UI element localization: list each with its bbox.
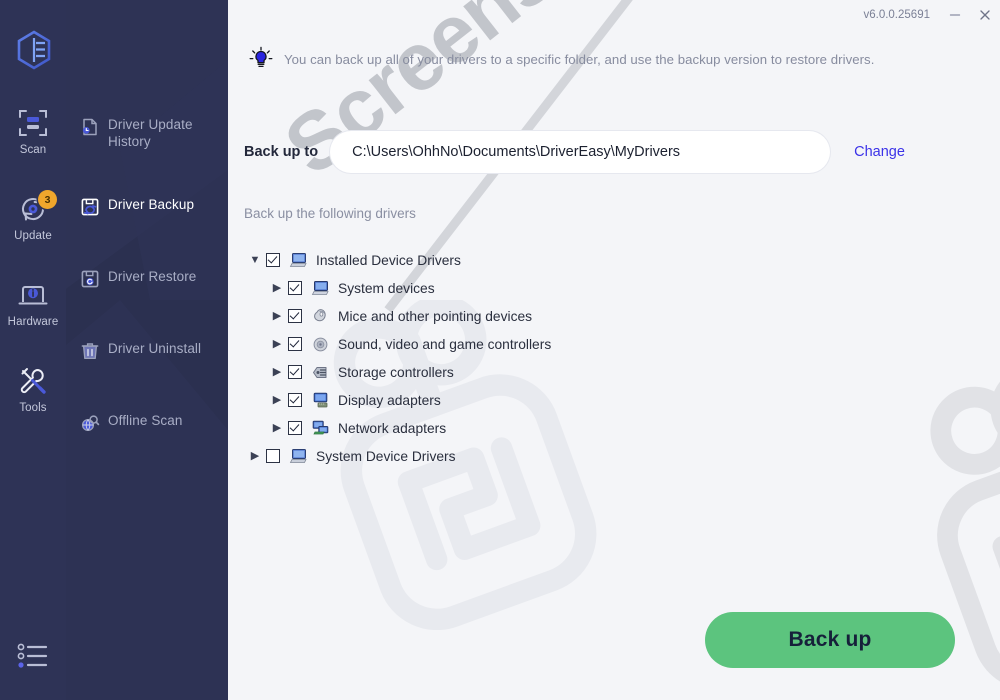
close-icon [980,10,990,20]
tree-row[interactable]: ▶ System Device Drivers [244,442,990,470]
sidebar-item-label: Offline Scan [108,413,183,428]
tree-checkbox[interactable] [288,309,302,323]
sidebar-item-driver-backup[interactable]: Driver Backup [80,196,228,217]
rail-item-label: Hardware [7,316,59,328]
tree-subheading: Back up the following drivers [244,206,416,221]
sidebar-item-label: Driver Backup [108,197,195,212]
title-bar: v6.0.0.25691 [228,0,1000,30]
tree-checkbox[interactable] [288,365,302,379]
backup-path-row: Back up to Change [228,124,1000,180]
minimize-button[interactable] [940,1,970,29]
mouse-icon [314,308,326,321]
tip-text: You can back up all of your drivers to a… [284,51,875,67]
tree-row[interactable]: ▶ System devices [244,274,990,302]
rail-item-label: Scan [19,144,47,156]
network-icon [312,420,329,434]
chevron-right-icon[interactable]: ▶ [266,310,288,322]
lightbulb-icon [249,46,273,68]
chevron-right-icon[interactable]: ▶ [266,282,288,294]
minimize-icon [949,14,961,16]
tree-row[interactable]: ▶ Sound, video and game controllers [244,330,990,358]
tree-checkbox[interactable] [266,449,280,463]
rail-item-hardware[interactable]: Hardware [0,276,66,362]
tree-label: Network adapters [338,420,447,436]
tree-checkbox[interactable] [288,393,302,407]
tip-bar: You can back up all of your drivers to a… [228,30,1000,88]
tree-row[interactable]: ▶ Display adapters [244,386,990,414]
sidebar: Scan 3 Update Hardware Tools Driver Upda… [0,0,228,700]
close-button[interactable] [970,1,1000,29]
sidebar-item-driver-update-history[interactable]: Driver Update History [80,116,228,150]
tree-row[interactable]: ▼ Installed Device Drivers [244,246,990,274]
tree-label: Display adapters [338,392,441,408]
rail-item-scan[interactable]: Scan [0,104,66,190]
sound-icon [313,337,328,351]
update-count-badge: 3 [38,190,57,209]
tree-checkbox[interactable] [288,337,302,351]
display-icon [313,392,328,407]
system-device-icon [311,280,329,295]
driver-backup-icon [81,198,99,216]
computer-icon [289,448,307,463]
chevron-right-icon[interactable]: ▶ [266,422,288,434]
tree-checkbox[interactable] [266,253,280,267]
chevron-down-icon[interactable]: ▼ [244,254,266,266]
sidebar-item-driver-uninstall[interactable]: Driver Uninstall [80,340,228,361]
tree-row[interactable]: ▶ Mice and other pointing devices [244,302,990,330]
scan-icon [19,110,47,136]
computer-icon [289,252,307,267]
tree-checkbox[interactable] [288,281,302,295]
tree-label: System devices [338,280,435,296]
tree-label: Installed Device Drivers [316,252,461,268]
version-label: v6.0.0.25691 [863,9,930,21]
tools-icon [20,368,46,394]
driver-update-history-icon [82,118,97,136]
chevron-right-icon[interactable]: ▶ [266,366,288,378]
chevron-right-icon[interactable]: ▶ [266,338,288,350]
list-menu-icon[interactable] [17,640,49,672]
sidebar-item-label: Driver Uninstall [108,341,202,356]
rail-item-update[interactable]: 3 Update [0,190,66,276]
tree-label: Mice and other pointing devices [338,308,533,324]
rail-item-label: Update [14,230,52,242]
chevron-right-icon[interactable]: ▶ [266,394,288,406]
main-content: v6.0.0.25691 You can back up all of your… [228,0,1000,700]
backup-path-input[interactable] [330,131,831,173]
driver-easy-logo [17,30,51,70]
change-folder-button[interactable]: Change [848,140,911,164]
storage-icon [313,366,327,378]
chevron-right-icon[interactable]: ▶ [244,450,266,462]
offline-scan-icon [81,415,100,432]
driver-uninstall-icon [81,343,99,360]
sidebar-item-offline-scan[interactable]: Offline Scan [80,412,228,433]
sidebar-menu: Driver Update History Driver Backup Driv… [66,0,228,700]
rail-item-list: Scan 3 Update Hardware Tools [0,104,66,448]
sidebar-item-label: Driver Update History [108,117,193,149]
driver-tree: ▼ Installed Device Drivers ▶ System devi… [244,246,990,470]
backup-path-label: Back up to [244,144,319,160]
sidebar-item-driver-restore[interactable]: Driver Restore [80,268,228,289]
driver-restore-icon [81,270,99,288]
tree-label: Storage controllers [338,364,454,380]
sidebar-item-label: Driver Restore [108,269,197,284]
tree-label: System Device Drivers [316,448,456,464]
tree-row[interactable]: ▶ Network adapters [244,414,990,442]
back-up-button[interactable]: Back up [705,612,955,668]
rail-item-tools[interactable]: Tools [0,362,66,448]
driver-easy-window: Scan 3 Update Hardware Tools Driver Upda… [0,0,1000,700]
tree-row[interactable]: ▶ Storage controllers [244,358,990,386]
tree-label: Sound, video and game controllers [338,336,552,352]
rail-item-label: Tools [19,402,47,414]
hardware-icon [18,286,48,305]
tree-checkbox[interactable] [288,421,302,435]
